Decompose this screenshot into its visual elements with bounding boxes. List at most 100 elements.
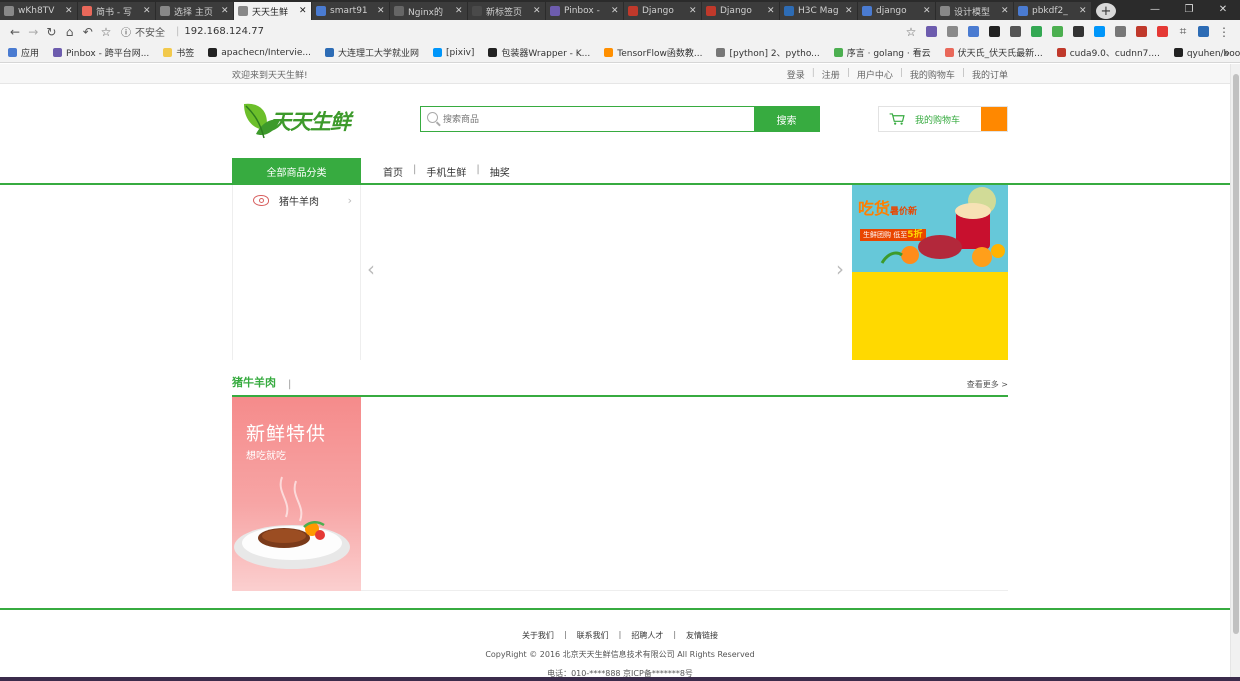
bookmark-item[interactable]: Pinbox - 跨平台网... — [53, 46, 149, 59]
extension-icon[interactable] — [1010, 26, 1022, 37]
extension-icon[interactable] — [947, 26, 959, 37]
bookmark-item[interactable]: [python] 2、pytho... — [716, 46, 820, 59]
browser-tab[interactable]: Django ✕ — [624, 2, 701, 20]
tab-close-icon[interactable]: ✕ — [1079, 6, 1087, 16]
browser-tab[interactable]: pbkdf2_ ✕ — [1014, 2, 1091, 20]
bookmark-item[interactable]: TensorFlow函数教... — [604, 46, 702, 59]
bookmark-item[interactable]: 序言 · golang · 看云 — [833, 46, 931, 59]
browser-tab[interactable]: 简书 - 写 ✕ — [78, 2, 155, 20]
bookmark-item[interactable]: 包装器Wrapper - K... — [488, 46, 590, 59]
cart-button[interactable]: 我的购物车 — [878, 106, 1008, 132]
extension-icon[interactable] — [1115, 26, 1127, 37]
bookmark-icon — [433, 48, 443, 57]
bookmark-item[interactable]: apachecn/Intervie... — [208, 46, 311, 59]
extension-icon[interactable] — [1198, 26, 1210, 37]
star-icon[interactable]: ☆ — [97, 25, 115, 39]
undo-icon[interactable]: ↶ — [79, 25, 97, 39]
scrollbar-thumb[interactable] — [1233, 74, 1239, 634]
tab-close-icon[interactable]: ✕ — [533, 6, 541, 16]
tab-close-icon[interactable]: ✕ — [611, 6, 619, 16]
all-categories-button[interactable]: 全部商品分类 — [232, 158, 361, 185]
browser-tab[interactable]: 天天生鲜 ✕ — [234, 2, 311, 20]
reload-icon[interactable]: ↻ — [42, 25, 60, 39]
floor-banner[interactable]: 新鲜特供 想吃就吃 — [232, 397, 361, 591]
tab-close-icon[interactable]: ✕ — [377, 6, 385, 16]
bookmark-label: TensorFlow函数教... — [617, 49, 703, 59]
bookmark-item[interactable]: [pixiv] — [433, 46, 474, 59]
extension-icon[interactable] — [1052, 26, 1064, 37]
site-logo[interactable]: 天天生鲜 — [242, 100, 351, 142]
home-icon[interactable]: ⌂ — [61, 25, 79, 39]
bookmark-icon — [163, 48, 173, 57]
bookmark-item[interactable]: 书签 — [163, 46, 194, 59]
info-icon[interactable]: ⓘ — [121, 24, 131, 39]
side-menu-item-meat[interactable]: 猪牛羊肉 › — [233, 185, 360, 215]
browser-tab[interactable]: Django ✕ — [702, 2, 779, 20]
tab-close-icon[interactable]: ✕ — [65, 6, 73, 16]
bookmark-item[interactable]: 大连理工大学就业网 — [325, 46, 419, 59]
new-tab-button[interactable]: + — [1096, 3, 1116, 19]
more-bookmarks-icon[interactable]: » — [1223, 46, 1230, 59]
browser-tab[interactable]: wKh8TV ✕ — [0, 2, 77, 20]
top-link[interactable]: 登录 — [787, 68, 805, 81]
top-link[interactable]: 我的订单 — [972, 68, 1008, 81]
close-window-icon[interactable]: ✕ — [1206, 0, 1240, 18]
forward-icon[interactable]: → — [24, 25, 42, 39]
tab-close-icon[interactable]: ✕ — [767, 6, 775, 16]
extension-icon[interactable] — [1136, 26, 1148, 37]
search-input[interactable] — [421, 107, 754, 131]
browser-tab[interactable]: Nginx的 ✕ — [390, 2, 467, 20]
tab-close-icon[interactable]: ✕ — [923, 6, 931, 16]
tab-close-icon[interactable]: ✕ — [845, 6, 853, 16]
tab-close-icon[interactable]: ✕ — [455, 6, 463, 16]
bookmark-item[interactable]: cuda9.0、cudnn7.... — [1056, 46, 1160, 59]
nav-link[interactable]: 首页 — [383, 164, 403, 179]
slider-next-arrow[interactable]: › — [836, 259, 844, 279]
top-link[interactable]: 用户中心 — [857, 68, 893, 81]
minimize-icon[interactable]: — — [1138, 0, 1172, 18]
browser-tab[interactable]: django ✕ — [858, 2, 935, 20]
browser-tab[interactable]: 选择 主页 ✕ — [156, 2, 233, 20]
extension-icon[interactable] — [1031, 26, 1043, 37]
browser-tab[interactable]: H3C Mag ✕ — [780, 2, 857, 20]
browser-tab[interactable]: 新标签页 ✕ — [468, 2, 545, 20]
extension-icon[interactable] — [1073, 26, 1085, 37]
back-icon[interactable]: ← — [6, 25, 24, 39]
browser-tab[interactable]: smart91 ✕ — [312, 2, 389, 20]
bookmark-item[interactable]: 应用 — [8, 46, 39, 59]
extension-icon[interactable] — [1094, 26, 1106, 37]
url-text[interactable]: 192.168.124.77 — [184, 26, 264, 37]
url-field[interactable]: ⓘ 不安全 | 192.168.124.77 — [121, 23, 901, 41]
extension-icon[interactable] — [989, 26, 1001, 37]
tab-close-icon[interactable]: ✕ — [689, 6, 697, 16]
bookmark-item[interactable]: 伏天氏_伏天氏最新... — [944, 46, 1043, 59]
nav-link[interactable]: 抽奖 — [490, 164, 510, 179]
nav-link[interactable]: 手机生鲜 — [426, 164, 466, 179]
top-link[interactable]: 我的购物车 — [910, 68, 955, 81]
banner-slider[interactable]: ‹ › — [361, 185, 852, 360]
footer-link[interactable]: 招聘人才 — [631, 630, 663, 641]
promo-banner[interactable]: 吃货暑价新 生鲜团购 低至5折 — [852, 185, 1008, 360]
browser-tab[interactable]: 设计模型 ✕ — [936, 2, 1013, 20]
tab-close-icon[interactable]: ✕ — [221, 6, 229, 16]
extension-icon[interactable] — [1157, 26, 1169, 37]
tab-close-icon[interactable]: ✕ — [143, 6, 151, 16]
search-button[interactable]: 搜索 — [754, 107, 819, 131]
bookmark-star-icon[interactable]: ☆ — [901, 25, 921, 39]
footer-link[interactable]: 友情链接 — [686, 630, 718, 641]
menu-icon[interactable]: ⋮ — [1214, 25, 1234, 39]
tab-close-icon[interactable]: ✕ — [1001, 6, 1009, 16]
restore-icon[interactable]: ❐ — [1172, 0, 1206, 18]
footer-link[interactable]: 联系我们 — [577, 630, 609, 641]
browser-tab[interactable]: Pinbox - ✕ — [546, 2, 623, 20]
view-more-link[interactable]: 查看更多 > — [967, 379, 1008, 390]
tab-close-icon[interactable]: ✕ — [299, 6, 307, 16]
footer-link[interactable]: 关于我们 — [522, 630, 554, 641]
extension-icon[interactable] — [968, 26, 980, 37]
crop-icon[interactable]: ⌗ — [1173, 24, 1193, 39]
slider-prev-arrow[interactable]: ‹ — [367, 259, 375, 279]
extension-icon[interactable] — [926, 26, 938, 37]
top-link[interactable]: 注册 — [822, 68, 840, 81]
bookmark-item[interactable]: qyuhen/book: 学... — [1173, 46, 1240, 59]
page-scrollbar[interactable] — [1230, 64, 1240, 681]
